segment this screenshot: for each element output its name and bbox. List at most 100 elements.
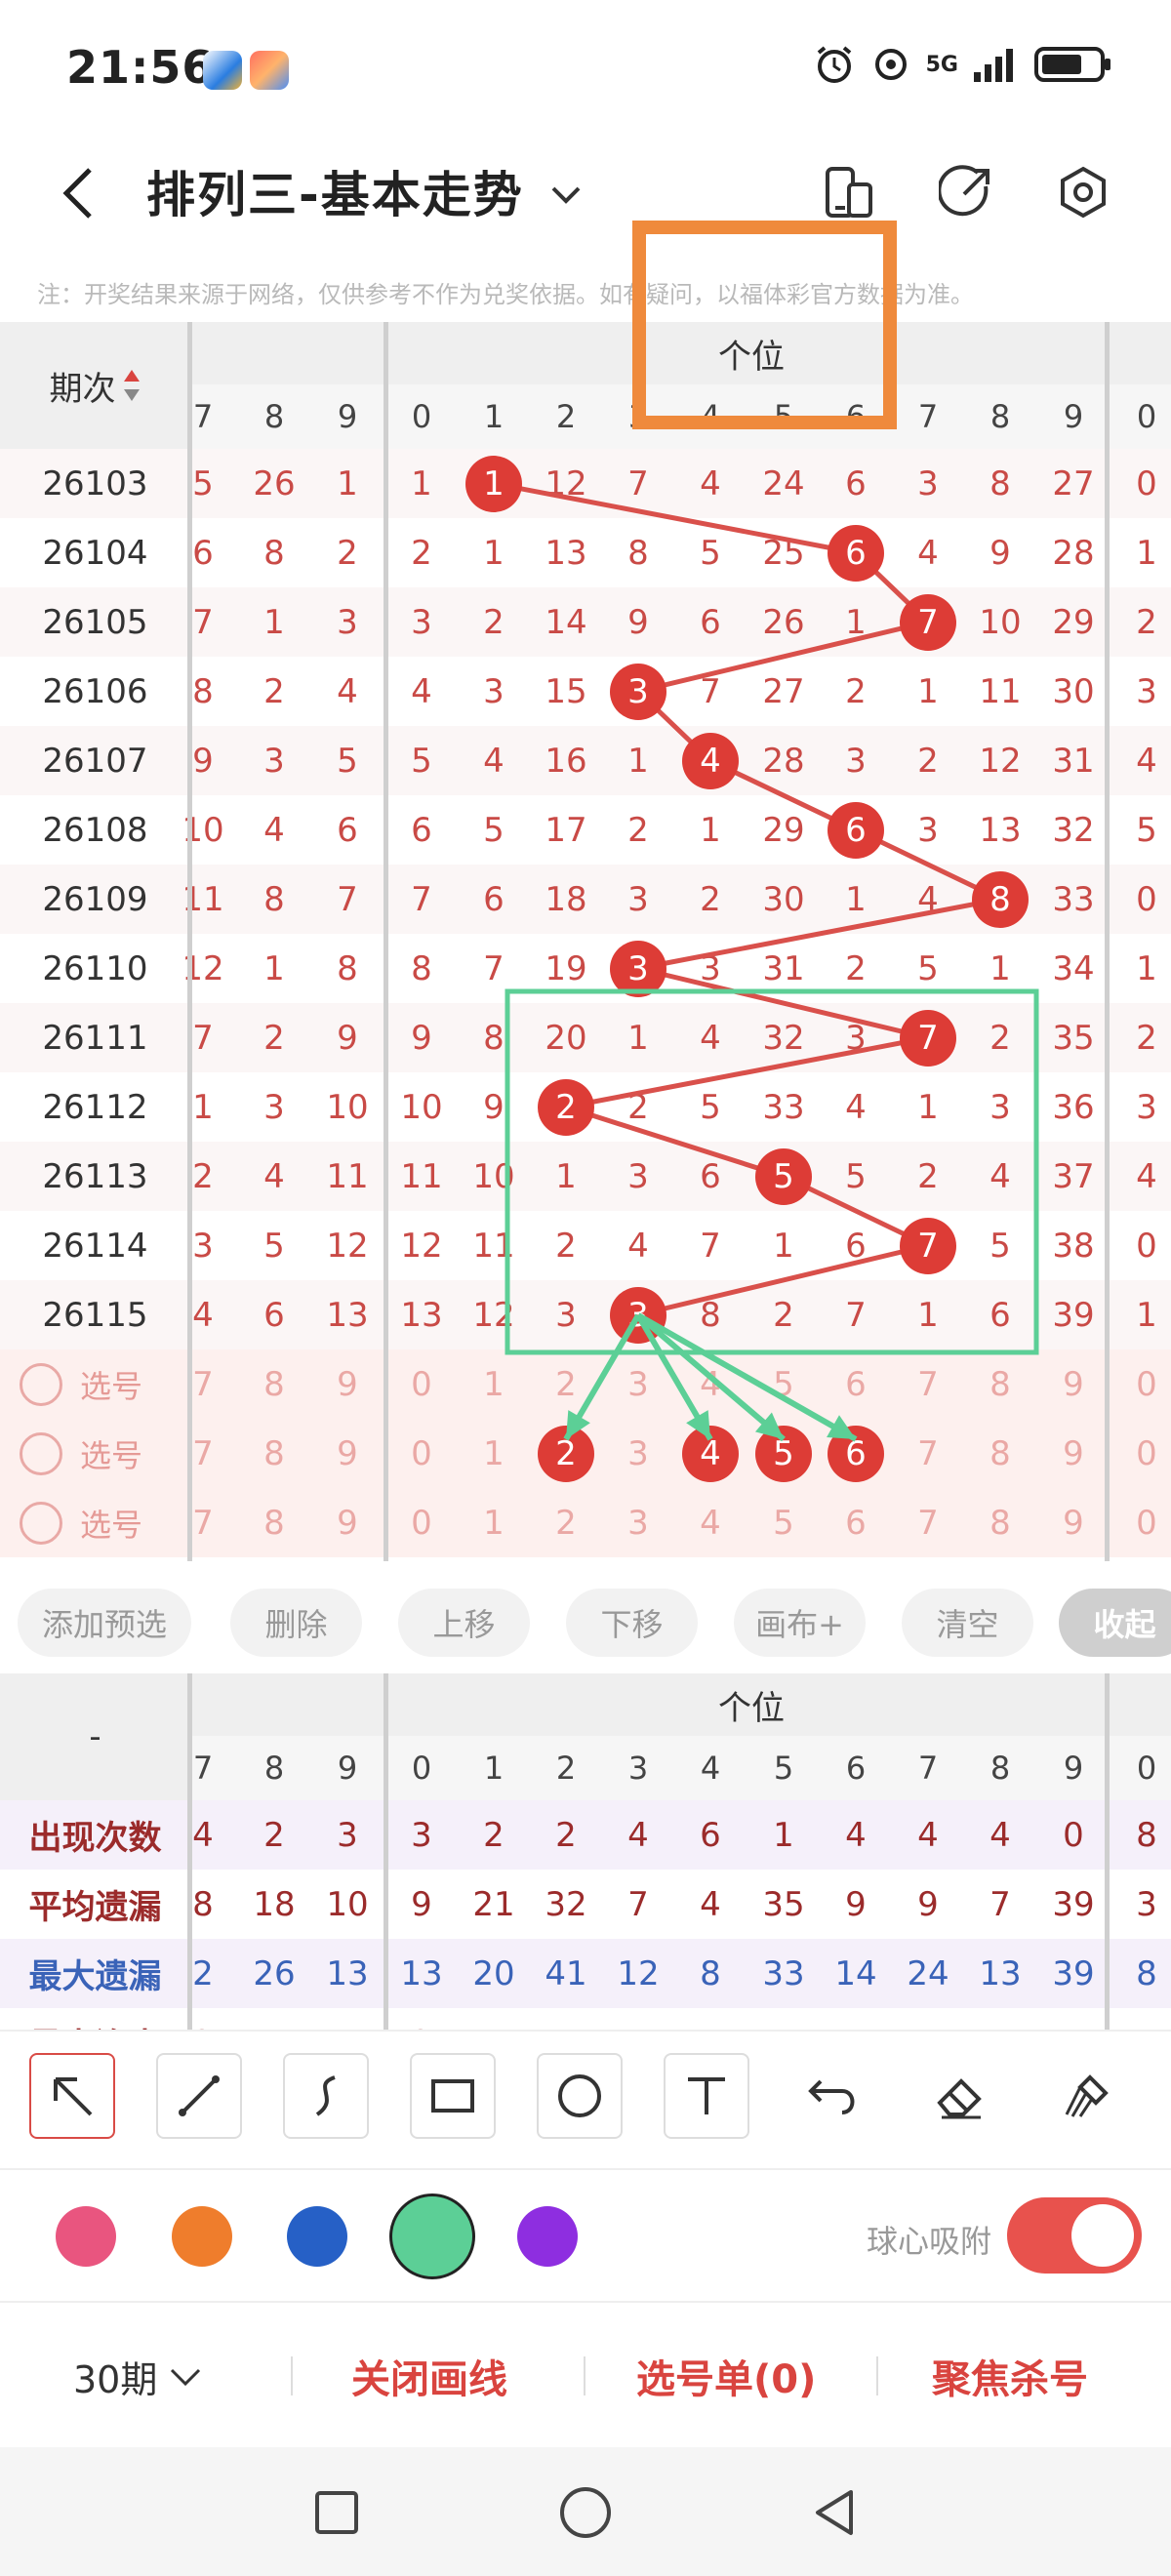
pick-number-cell[interactable]: 7 <box>168 1349 238 1419</box>
pick-number-cell[interactable]: 1 <box>459 1488 529 1557</box>
radio-circle-icon <box>20 1431 62 1475</box>
pick-number-cell[interactable]: 5 <box>748 1488 819 1557</box>
pick-number-cell[interactable]: 8 <box>965 1349 1035 1419</box>
recents-button[interactable] <box>303 2478 371 2547</box>
add-preselect-button[interactable]: 添加预选 <box>18 1589 191 1657</box>
pick-number-cell[interactable]: 4 <box>675 1349 746 1419</box>
pick-number-cell[interactable]: 3 <box>603 1349 673 1419</box>
pick-number-cell[interactable]: 9 <box>312 1419 383 1488</box>
title-dropdown-button[interactable] <box>542 171 590 220</box>
stats-cell: 7 <box>627 1884 649 1924</box>
pick-number-cell[interactable]: 7 <box>168 1419 238 1488</box>
pick-number-cell[interactable]: 0 <box>1111 1488 1171 1557</box>
stats-cell: 2 <box>263 1815 285 1855</box>
line-tool[interactable] <box>156 2053 242 2139</box>
rectangle-tool[interactable] <box>410 2053 496 2139</box>
pick-number-cell[interactable]: 7 <box>893 1349 963 1419</box>
stats-cell: 8 <box>1136 1953 1157 1993</box>
stats-cell: 10 <box>326 1884 369 1924</box>
pick-number-cell[interactable]: 0 <box>1111 1419 1171 1488</box>
text-tool[interactable] <box>664 2053 749 2139</box>
stats-cell: 8 <box>700 1953 721 1993</box>
pick-number-cell[interactable]: 0 <box>1111 1349 1171 1419</box>
page-title[interactable]: 排列三-基本走势 <box>146 156 524 226</box>
back-nav-button[interactable] <box>800 2478 868 2547</box>
collapse-button[interactable]: 收起 <box>1059 1589 1171 1657</box>
back-button[interactable] <box>49 154 107 232</box>
pick-number-cell[interactable]: 8 <box>239 1349 309 1419</box>
brush-tool[interactable] <box>1044 2053 1130 2139</box>
pick-list-button[interactable]: 选号单(0) <box>636 2348 816 2404</box>
stats-row-label: 出现次数 <box>28 1819 162 1858</box>
arrow-icon <box>54 2077 93 2116</box>
pick-number-cell[interactable]: 8 <box>965 1488 1035 1557</box>
color-swatch[interactable] <box>517 2206 578 2267</box>
move-down-button[interactable]: 下移 <box>566 1589 698 1657</box>
pick-number-cell[interactable]: 8 <box>239 1419 309 1488</box>
stats-cell: 1 <box>1111 2008 1171 2031</box>
close-lines-button[interactable]: 关闭画线 <box>351 2348 507 2404</box>
share-button[interactable] <box>932 158 1000 226</box>
curve-tool[interactable] <box>283 2053 369 2139</box>
pick-number-cell[interactable]: 9 <box>1038 1419 1109 1488</box>
pick-number-cell[interactable]: 4 <box>675 1488 746 1557</box>
pick-number-cell[interactable]: 9 <box>1038 1349 1109 1419</box>
picked-number-ball[interactable]: 4 <box>682 1425 739 1482</box>
stats-cell: 41 <box>545 1953 587 1993</box>
delete-button[interactable]: 删除 <box>230 1589 362 1657</box>
color-swatch[interactable] <box>56 2206 116 2267</box>
pick-row-toggle[interactable]: 选号 <box>20 1419 142 1488</box>
layout-switch-button[interactable] <box>815 158 883 226</box>
pick-number-cell[interactable]: 3 <box>603 1419 673 1488</box>
settings-button[interactable] <box>1049 158 1117 226</box>
pick-number-cell[interactable]: 6 <box>821 1488 891 1557</box>
focus-kill-button[interactable]: 聚焦杀号 <box>932 2348 1088 2404</box>
pick-number-cell[interactable]: 0 <box>386 1488 457 1557</box>
stats-cell: 18 <box>253 1884 296 1924</box>
pick-number-cell[interactable]: 5 <box>748 1349 819 1419</box>
circle-tool[interactable] <box>537 2053 623 2139</box>
snap-to-center-toggle[interactable] <box>1007 2197 1142 2274</box>
pick-number-cell[interactable]: 7 <box>893 1488 963 1557</box>
winning-number-ball: 7 <box>900 1217 956 1274</box>
pick-number-cell[interactable]: 6 <box>821 1349 891 1419</box>
pick-row-toggle[interactable]: 选号 <box>20 1349 142 1419</box>
picked-number-ball[interactable]: 6 <box>828 1425 884 1482</box>
stats-cell: 4 <box>192 1815 214 1855</box>
color-swatch[interactable] <box>287 2206 347 2267</box>
stats-cell: 1 <box>603 2008 673 2031</box>
pick-number-cell[interactable]: 8 <box>965 1419 1035 1488</box>
pick-number-cell[interactable]: 9 <box>312 1488 383 1557</box>
pick-number-cell[interactable]: 3 <box>603 1488 673 1557</box>
alarm-icon <box>817 46 851 83</box>
pick-number-cell[interactable]: 0 <box>386 1349 457 1419</box>
picked-number-ball[interactable]: 5 <box>755 1425 812 1482</box>
pick-number-cell[interactable]: 7 <box>168 1488 238 1557</box>
pick-number-cell[interactable]: 0 <box>386 1419 457 1488</box>
canvas-plus-button[interactable]: 画布+ <box>734 1589 866 1657</box>
pick-number-cell[interactable]: 9 <box>1038 1488 1109 1557</box>
pick-number-cell[interactable]: 2 <box>531 1349 601 1419</box>
pick-number-cell[interactable]: 8 <box>239 1488 309 1557</box>
eraser-tool[interactable] <box>917 2053 1003 2139</box>
pick-row-toggle[interactable]: 选号 <box>20 1488 142 1557</box>
move-up-button[interactable]: 上移 <box>398 1589 530 1657</box>
color-swatch[interactable] <box>172 2206 232 2267</box>
pick-number-cell[interactable]: 2 <box>531 1488 601 1557</box>
clear-button[interactable]: 清空 <box>902 1589 1033 1657</box>
arrow-tool[interactable] <box>29 2053 115 2139</box>
color-swatch[interactable] <box>389 2194 475 2279</box>
pick-number-cell[interactable]: 9 <box>312 1349 383 1419</box>
pick-number-cell[interactable]: 1 <box>459 1419 529 1488</box>
pick-number-cell[interactable]: 7 <box>893 1419 963 1488</box>
winning-number-ball: 7 <box>900 1009 956 1067</box>
period-selector[interactable]: 30期 <box>73 2350 202 2403</box>
undo-tool[interactable] <box>790 2053 876 2139</box>
stats-cell: 32 <box>545 1884 587 1924</box>
home-button[interactable] <box>551 2478 620 2547</box>
picked-number-ball[interactable]: 2 <box>538 1425 594 1482</box>
toggle-knob <box>1071 2204 1134 2267</box>
triangle-back-icon <box>816 2490 853 2535</box>
pick-number-cell[interactable]: 1 <box>459 1349 529 1419</box>
brush-icon <box>1065 2074 1109 2117</box>
